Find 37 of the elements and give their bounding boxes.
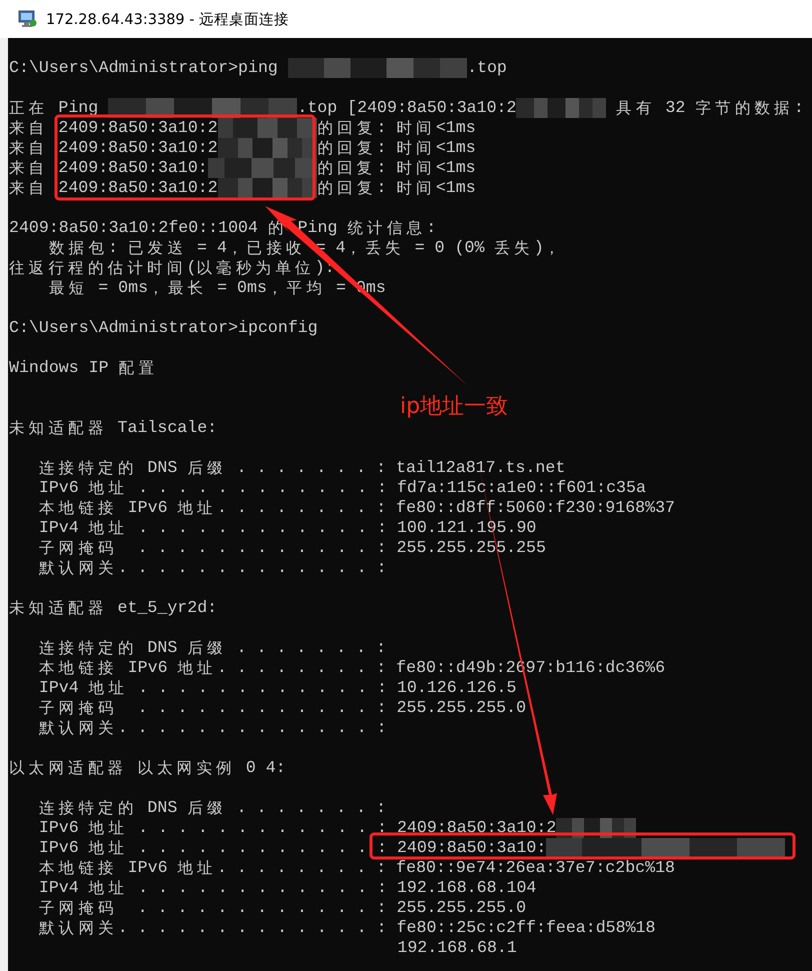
- console-text: 的回复: 时间<1ms: [317, 118, 476, 138]
- window-title: 172.28.64.43:3389 - 远程桌面连接: [46, 10, 290, 28]
- console-text: 默认网关. . . . . . . . . . . . . :: [38, 718, 387, 738]
- console-text: IPv4 地址 . . . . . . . . . . . . : 192.168.68.104: [38, 878, 536, 898]
- annotation-label: ip地址一致: [400, 393, 508, 421]
- console-text: 连接特定的 DNS 后缀 . . . . . . . :: [38, 638, 386, 658]
- console-text: 未知适配器 Tailscale:: [9, 418, 218, 438]
- console-text: Windows IP 配置: [9, 358, 156, 378]
- console-text: 未知适配器 et_5_yr2d:: [9, 598, 218, 618]
- console-text: 2409:8a50:3a10:2fe0::1004 的 Ping 统计信息:: [9, 218, 436, 238]
- console-text: 以太网适配器 以太网实例 0 4:: [9, 758, 286, 778]
- console-text: 连接特定的 DNS 后缀 . . . . . . . :: [38, 798, 386, 818]
- console-text: 来自 2409:8a50:3a10:2: [9, 178, 218, 198]
- console-text: 本地链接 IPv6 地址. . . . . . . . : fe80::9e74:26ea:37e7:c2bc%18: [38, 858, 675, 878]
- console-text: 子网掩码 . . . . . . . . . . . . : 255.255.255.0: [38, 898, 526, 918]
- console-text: IPv6 地址 . . . . . . . . . . . . : 2409:8a50:3a10:2: [38, 818, 556, 838]
- console-text: 来自 2409:8a50:3a10:2: [9, 138, 218, 158]
- console-text: C:\Users\Administrator>ping: [9, 58, 279, 78]
- console-text: 子网掩码 . . . . . . . . . . . . : 255.255.255.0: [38, 698, 526, 718]
- console-text: 具有 32 字节的数据:: [615, 98, 804, 118]
- console-text: 的回复: 时间<1ms: [317, 138, 476, 158]
- console-text: IPv4 地址 . . . . . . . . . . . . : 10.126.126.5: [38, 678, 516, 698]
- console-text: 192.168.68.1: [396, 938, 517, 958]
- console-text: 来自 2409:8a50:3a10:2: [9, 118, 218, 138]
- console-text: 默认网关. . . . . . . . . . . . . : fe80::25c:c2ff:feea:d58%18: [38, 918, 656, 938]
- console-text: .top [2409:8a50:3a10:2: [297, 98, 516, 118]
- computer-icon: [18, 10, 38, 28]
- console-text: .top: [467, 58, 507, 78]
- console-text: 的回复: 时间<1ms: [317, 158, 476, 178]
- console-text: 的回复: 时间<1ms: [317, 178, 476, 198]
- console-text: 连接特定的 DNS 后缀 . . . . . . . : tail12a817.ts.net: [38, 458, 566, 478]
- console-text: IPv6 地址 . . . . . . . . . . . . : fd7a:115c:a1e0::f601:c35a: [38, 478, 646, 498]
- console-text: IPv6 地址 . . . . . . . . . . . . : 2409:8a50:3a10:: [38, 838, 546, 858]
- console-text: 正在 Ping: [9, 98, 100, 118]
- console-text: C:\Users\Administrator>ipconfig: [9, 318, 318, 338]
- console-text: 默认网关. . . . . . . . . . . . . :: [38, 558, 387, 578]
- console-text: 来自 2409:8a50:3a10:: [9, 158, 208, 178]
